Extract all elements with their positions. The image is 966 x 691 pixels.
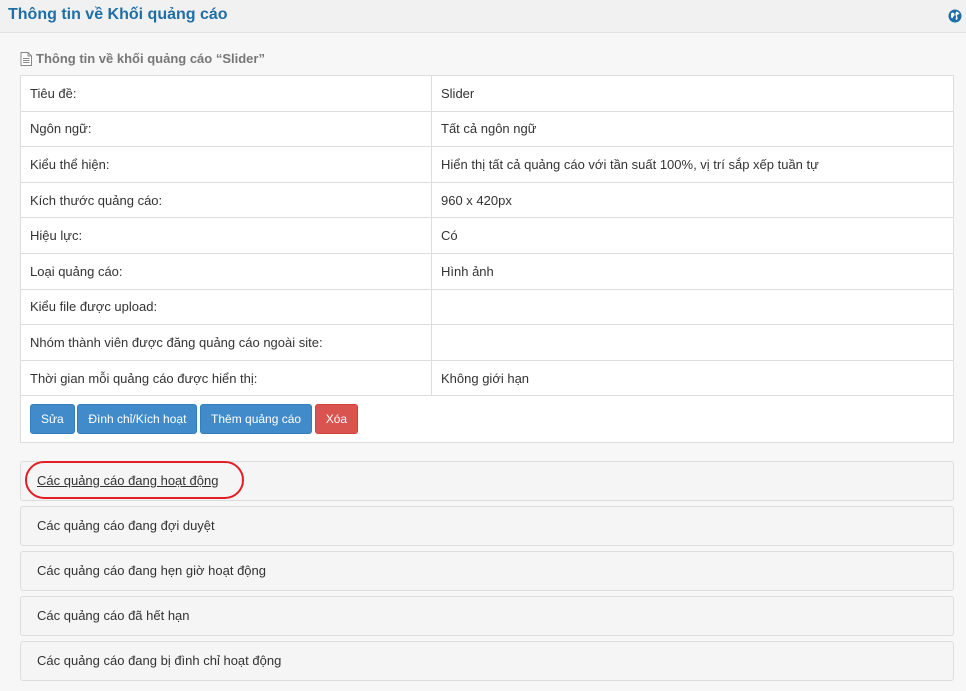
- table-row: Tiêu đề: Slider: [20, 75, 954, 112]
- table-row: Loại quảng cáo: Hình ảnh: [20, 252, 954, 290]
- highlight-annotation: [25, 461, 244, 499]
- info-table: Tiêu đề: Slider Ngôn ngữ: Tất cả ngôn ng…: [20, 75, 954, 444]
- accordion-suspended-ads[interactable]: Các quảng cáo đang bị đình chỉ hoạt động: [20, 641, 954, 681]
- row-value: [431, 324, 954, 361]
- document-icon: [20, 51, 32, 66]
- row-label: Kiểu file được upload:: [20, 288, 432, 326]
- table-row: Kiểu file được upload:: [20, 288, 954, 326]
- row-value: Tất cả ngôn ngữ: [431, 110, 954, 148]
- accordion-scheduled-ads[interactable]: Các quảng cáo đang hẹn giờ hoạt động: [20, 551, 954, 591]
- page-title: Thông tin về Khối quảng cáo: [8, 6, 228, 23]
- row-value: Không giới hạn: [431, 359, 954, 397]
- accordion-label[interactable]: Các quảng cáo đã hết hạn: [37, 608, 190, 623]
- table-row: Ngôn ngữ: Tất cả ngôn ngữ: [20, 110, 954, 148]
- suspend-activate-button[interactable]: Đình chỉ/Kích hoạt: [77, 404, 198, 435]
- row-value: Có: [431, 217, 954, 254]
- info-section-title: Thông tin về khối quảng cáo “Slider”: [20, 51, 265, 66]
- accordion-label[interactable]: Các quảng cáo đang bị đình chỉ hoạt động: [37, 653, 281, 668]
- table-row: Kiểu thể hiện: Hiển thị tất cả quảng cáo…: [20, 146, 954, 183]
- action-cell: Sửa Đình chỉ/Kích hoạt Thêm quảng cáo Xó…: [20, 395, 954, 444]
- edit-button[interactable]: Sửa: [30, 404, 75, 435]
- row-value: 960 x 420px: [431, 181, 954, 219]
- accordion-expired-ads[interactable]: Các quảng cáo đã hết hạn: [20, 596, 954, 636]
- delete-button[interactable]: Xóa: [314, 404, 359, 435]
- accordion-pending-ads[interactable]: Các quảng cáo đang đợi duyệt: [20, 506, 954, 546]
- row-label: Nhóm thành viên được đăng quảng cáo ngoà…: [20, 324, 432, 361]
- info-title-text: Thông tin về khối quảng cáo “Slider”: [36, 51, 265, 66]
- row-label: Loại quảng cáo:: [20, 252, 432, 290]
- row-value: Slider: [431, 75, 954, 112]
- row-label: Kiểu thể hiện:: [20, 146, 432, 183]
- page-header: Thông tin về Khối quảng cáo: [0, 0, 966, 33]
- accordion-label[interactable]: Các quảng cáo đang hẹn giờ hoạt động: [37, 563, 266, 578]
- row-value: Hiển thị tất cả quảng cáo với tần suất 1…: [431, 146, 954, 183]
- table-row: Thời gian mỗi quảng cáo được hiển thị: K…: [20, 359, 954, 397]
- row-label: Ngôn ngữ:: [20, 110, 432, 148]
- table-row: Nhóm thành viên được đăng quảng cáo ngoà…: [20, 324, 954, 361]
- globe-icon[interactable]: [948, 9, 962, 23]
- action-row: Sửa Đình chỉ/Kích hoạt Thêm quảng cáo Xó…: [20, 395, 954, 444]
- accordion-label[interactable]: Các quảng cáo đang đợi duyệt: [37, 518, 215, 533]
- table-row: Hiệu lực: Có: [20, 217, 954, 254]
- row-value: Hình ảnh: [431, 252, 954, 290]
- row-value: [431, 288, 954, 326]
- row-label: Kích thước quảng cáo:: [20, 181, 432, 219]
- add-ad-button[interactable]: Thêm quảng cáo: [200, 404, 313, 435]
- row-label: Thời gian mỗi quảng cáo được hiển thị:: [20, 359, 432, 397]
- row-label: Tiêu đề:: [20, 75, 432, 112]
- row-label: Hiệu lực:: [20, 217, 432, 254]
- table-row: Kích thước quảng cáo: 960 x 420px: [20, 181, 954, 219]
